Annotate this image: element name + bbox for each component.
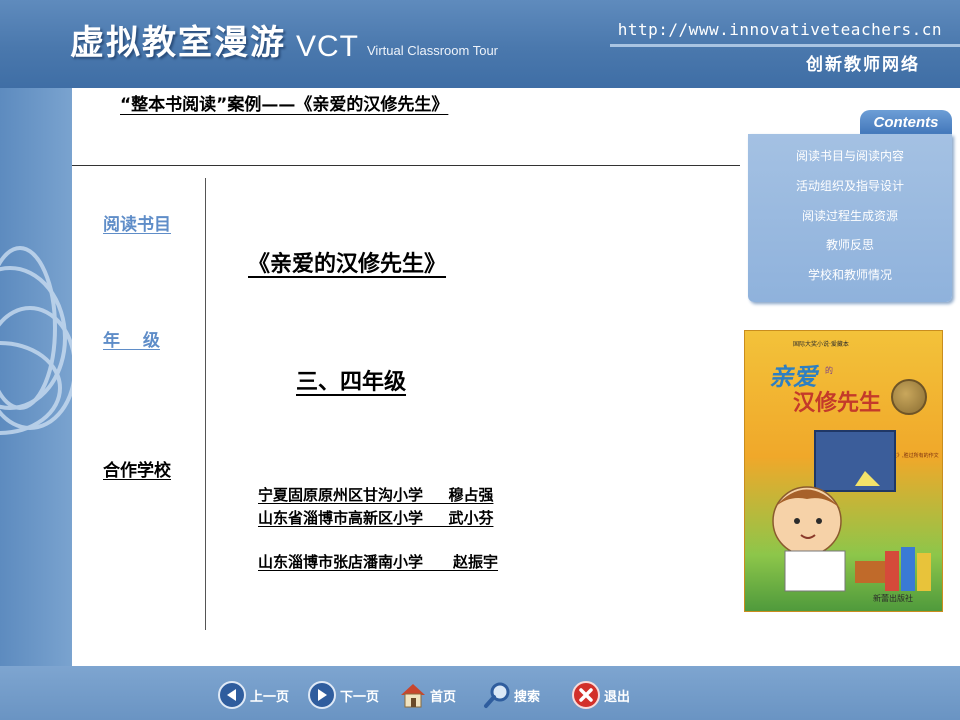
menu-item-activity-design[interactable]: 活动组织及指导设计 (748, 177, 952, 194)
site-url: http://www.innovativeteachers.cn (617, 20, 942, 39)
title-divider (72, 165, 740, 166)
cover-title-de: 的 (825, 366, 833, 375)
logo-abbreviation: VCT (296, 30, 359, 63)
cover-publisher: 新蕾出版社 (873, 594, 913, 603)
grade-value: 三、四年级 (296, 370, 407, 395)
search-icon (482, 681, 510, 709)
award-medal-icon (891, 379, 927, 415)
logo-chinese-title: 虚拟教室漫游 (70, 23, 286, 63)
menu-item-generated-resources[interactable]: 阅读过程生成资源 (748, 207, 952, 224)
cover-series-text: 国际大奖小说·爱藏本 (793, 341, 849, 348)
school-entry: 宁夏固原原州区甘沟小学 穆占强 (258, 486, 494, 504)
next-page-button[interactable]: 下一页 (308, 680, 379, 710)
arrow-right-icon (308, 681, 336, 709)
search-button[interactable]: 搜索 (482, 680, 540, 710)
school-entry: 山东淄博市张店潘南小学 赵振宇 (258, 553, 499, 571)
book-cover-image: 国际大奖小说·爱藏本 亲爱 的 汉修先生 一本《亲爱的汉修先生》,胜过所有的作文… (744, 330, 943, 612)
left-decorative-strip (0, 88, 72, 668)
column-divider (205, 178, 206, 630)
prev-page-label: 上一页 (250, 689, 290, 705)
menu-item-reading-content[interactable]: 阅读书目与阅读内容 (748, 147, 952, 164)
prev-page-button[interactable]: 上一页 (218, 680, 289, 710)
site-name: 创新教师网络 (806, 55, 920, 75)
close-icon (572, 681, 600, 709)
exit-button[interactable]: 退出 (572, 680, 630, 710)
cover-illustration-icon (772, 430, 931, 592)
header-banner: 虚拟教室漫游 VCT Virtual Classroom Tour http:/… (0, 0, 960, 88)
book-label-link[interactable]: 阅读书目 (103, 210, 171, 235)
menu-item-teacher-reflection[interactable]: 教师反思 (748, 236, 952, 253)
exit-label: 退出 (604, 689, 631, 705)
menu-item-school-info[interactable]: 学校和教师情况 (748, 266, 952, 283)
site-logo: 虚拟教室漫游 VCT Virtual Classroom Tour (70, 8, 498, 64)
main-content: “整本书阅读”案例——《亲爱的汉修先生》 阅读书目 年 级 合作学校 《亲爱的汉… (72, 88, 744, 666)
contents-menu: 阅读书目与阅读内容 活动组织及指导设计 阅读过程生成资源 教师反思 学校和教师情… (748, 134, 952, 302)
book-title: 《亲爱的汉修先生》 (248, 251, 447, 277)
footer-bar (0, 666, 960, 720)
next-page-label: 下一页 (340, 689, 380, 705)
search-label: 搜索 (514, 689, 541, 705)
home-button[interactable]: 首页 (398, 680, 456, 710)
contents-tab: Contents (860, 110, 952, 136)
grade-label-link[interactable]: 年 级 (103, 326, 160, 351)
logo-english-title: Virtual Classroom Tour (367, 43, 499, 58)
schools-label: 合作学校 (103, 461, 171, 481)
school-entry: 山东省淄博市高新区小学 武小芬 (258, 509, 494, 527)
home-label: 首页 (430, 689, 457, 705)
page-title: “整本书阅读”案例——《亲爱的汉修先生》 (120, 95, 449, 115)
home-icon (398, 681, 426, 709)
swirl-decoration-icon (0, 246, 72, 435)
arrow-left-icon (218, 681, 246, 709)
header-divider (610, 44, 960, 47)
